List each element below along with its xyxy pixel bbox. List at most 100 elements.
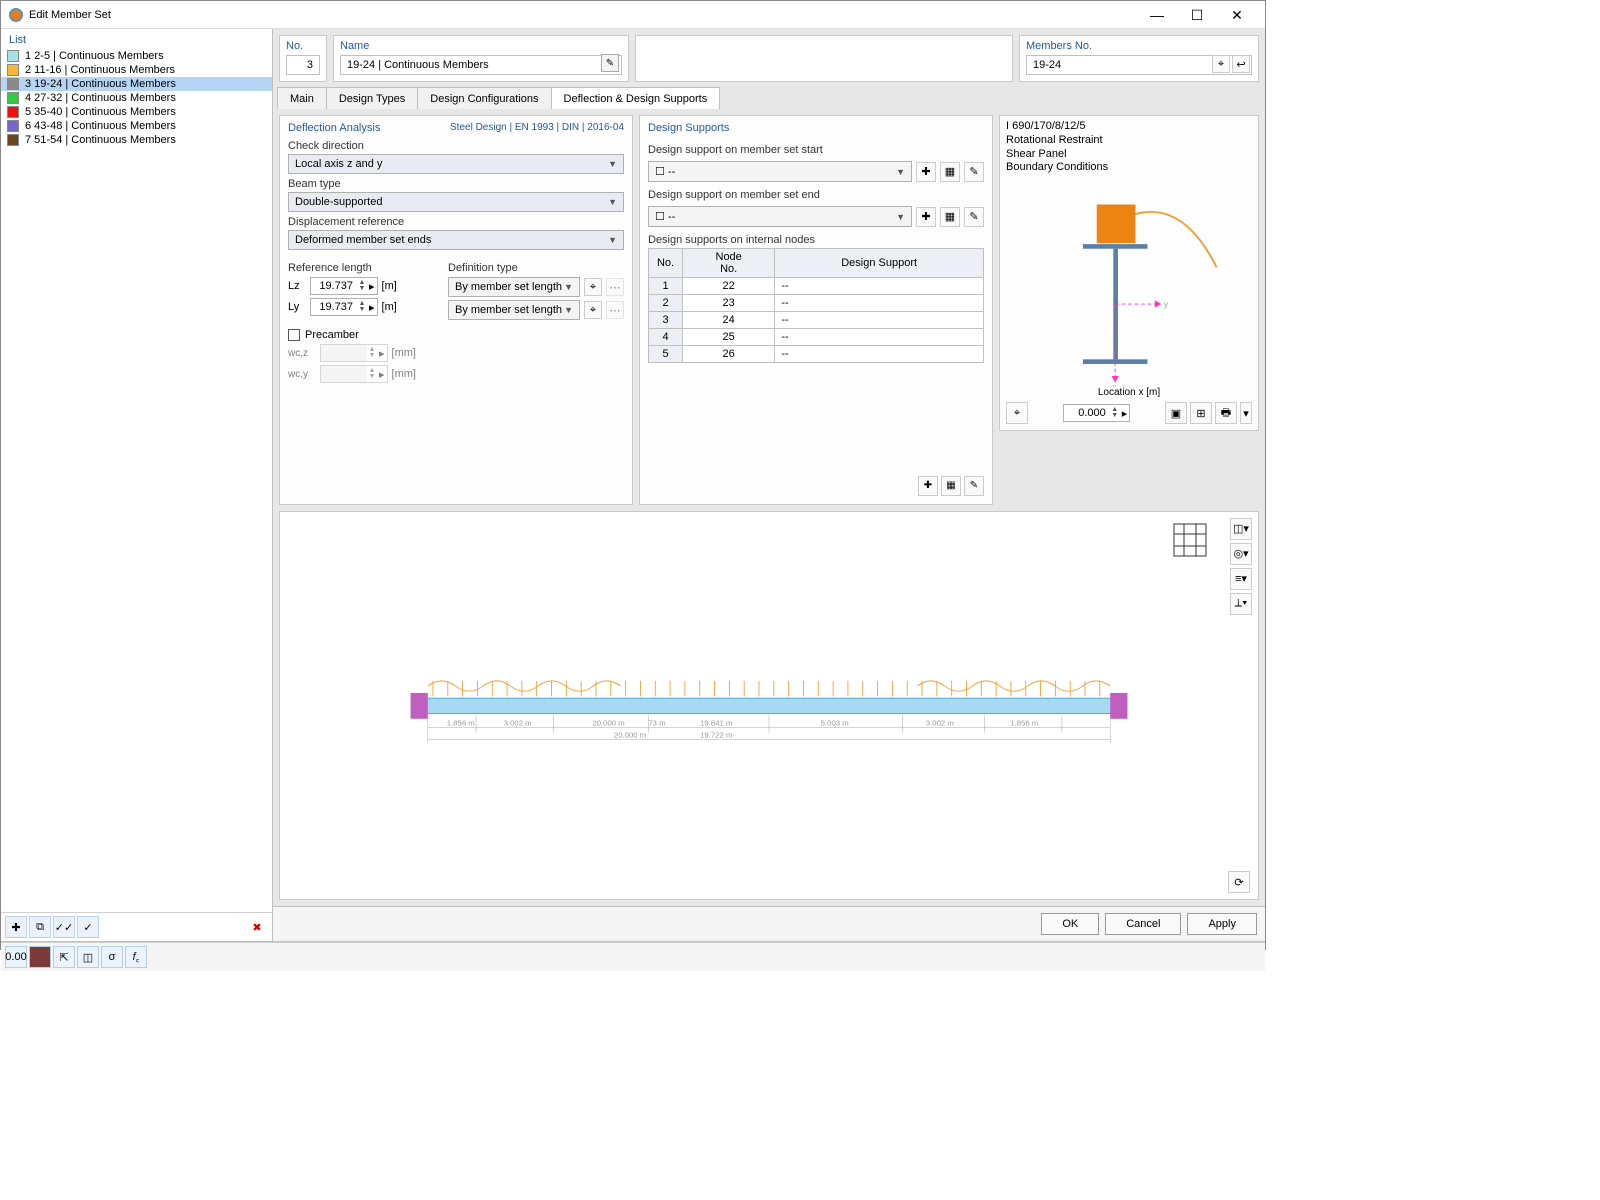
edit-name-icon[interactable]: ✎ [601, 54, 619, 72]
more-y-icon: ⋯ [606, 301, 624, 319]
table-row[interactable]: 425-- [649, 329, 984, 346]
rview-1-icon[interactable]: ◫▾ [1230, 518, 1252, 540]
check-direction-dropdown[interactable]: Local axis z and y▼ [288, 154, 624, 174]
status-axis-icon[interactable]: ⇱ [53, 946, 75, 968]
table-row[interactable]: 223-- [649, 295, 984, 312]
wcz-input: ▲▼▸ [320, 344, 388, 362]
status-sec-icon[interactable]: ◫ [77, 946, 99, 968]
status-val-icon[interactable]: 0.00 [5, 946, 27, 968]
rview-3-icon[interactable]: ≡▾ [1230, 568, 1252, 590]
apply-button[interactable]: Apply [1187, 913, 1257, 935]
support-end-new-icon[interactable]: ✚ [916, 207, 936, 227]
delete-icon[interactable]: ✖ [246, 916, 268, 938]
displacement-ref-dropdown[interactable]: Deformed member set ends▼ [288, 230, 624, 250]
xsec-view1-icon[interactable]: ▣ [1165, 402, 1187, 424]
tab-design-types[interactable]: Design Types [326, 87, 418, 109]
beam-type-dropdown[interactable]: Double-supported▼ [288, 192, 624, 212]
name-input[interactable] [340, 55, 622, 75]
maximize-button[interactable]: ☐ [1177, 1, 1217, 29]
svg-text:3.002 m: 3.002 m [504, 718, 532, 727]
xsec-info: I 690/170/8/12/5Rotational RestraintShea… [1006, 120, 1252, 175]
xsec-more-icon[interactable]: ▾ [1240, 402, 1252, 424]
list-item[interactable]: 2 11-16 | Continuous Members [1, 63, 272, 77]
xsec-view2-icon[interactable]: ⊞ [1190, 402, 1212, 424]
list-item[interactable]: 5 35-40 | Continuous Members [1, 105, 272, 119]
tbl-new-icon[interactable]: ✚ [918, 476, 938, 496]
window-title: Edit Member Set [29, 9, 111, 21]
tab-design-configurations[interactable]: Design Configurations [417, 87, 551, 109]
rview-2-icon[interactable]: ◎▾ [1230, 543, 1252, 565]
tbl-edit-icon[interactable]: ✎ [964, 476, 984, 496]
pick-z-icon[interactable]: ⌖ [584, 278, 602, 296]
tab-main[interactable]: Main [277, 87, 327, 109]
list-item[interactable]: 7 51-54 | Continuous Members [1, 133, 272, 147]
list-item[interactable]: 6 43-48 | Continuous Members [1, 119, 272, 133]
support-start-lib-icon[interactable]: ▦ [940, 162, 960, 182]
tab-strip: MainDesign TypesDesign ConfigurationsDef… [273, 87, 1265, 109]
minimize-button[interactable]: — [1137, 1, 1177, 29]
table-row[interactable]: 324-- [649, 312, 984, 329]
support-end-dropdown[interactable]: ☐ --▼ [648, 206, 912, 227]
pick-members-icon[interactable]: ⌖ [1212, 55, 1230, 73]
no-input[interactable] [286, 55, 320, 75]
reverse-icon[interactable]: ↩ [1232, 55, 1250, 73]
def-type-y-dropdown[interactable]: By member set length▼ [448, 300, 580, 320]
rview-4-icon[interactable]: ⟂▾ [1230, 593, 1252, 615]
ly-input[interactable]: ▲▼▸ [310, 298, 378, 316]
supports-header: Design Supports [648, 122, 729, 134]
svg-text:1.856 m: 1.856 m [1010, 718, 1038, 727]
ok-button[interactable]: OK [1041, 913, 1099, 935]
beam-render: 1.856 m 3.002 m 20.000 m 73 m 19.841 m 5… [280, 512, 1258, 900]
design-code: Steel Design | EN 1993 | DIN | 2016-04 [450, 122, 624, 134]
no-field: No. [279, 35, 327, 82]
pick-y-icon[interactable]: ⌖ [584, 301, 602, 319]
svg-text:20.000 m: 20.000 m [592, 718, 624, 727]
svg-text:1.856 m: 1.856 m [447, 718, 475, 727]
table-row[interactable]: 122-- [649, 278, 984, 295]
status-color-icon[interactable] [29, 946, 51, 968]
titlebar: Edit Member Set — ☐ ✕ [1, 1, 1265, 29]
check-all-icon[interactable]: ✓✓ [53, 916, 75, 938]
render-reset-icon[interactable]: ⟳ [1228, 871, 1250, 893]
def-type-z-dropdown[interactable]: By member set length▼ [448, 277, 580, 297]
table-row[interactable]: 526-- [649, 346, 984, 363]
list-item[interactable]: 1 2-5 | Continuous Members [1, 49, 272, 63]
more-z-icon: ⋯ [606, 278, 624, 296]
compass-icon [1170, 520, 1210, 560]
svg-text:3.002 m: 3.002 m [926, 718, 954, 727]
svg-text:19.841 m: 19.841 m [700, 718, 732, 727]
support-start-edit-icon[interactable]: ✎ [964, 162, 984, 182]
tbl-lib-icon[interactable]: ▦ [941, 476, 961, 496]
cancel-button[interactable]: Cancel [1105, 913, 1181, 935]
list-item[interactable]: 4 27-32 | Continuous Members [1, 91, 272, 105]
close-button[interactable]: ✕ [1217, 1, 1257, 29]
status-sigma-icon[interactable]: σ [101, 946, 123, 968]
support-start-new-icon[interactable]: ✚ [916, 162, 936, 182]
new-icon[interactable]: ✚ [5, 916, 27, 938]
copy-icon[interactable]: ⧉ [29, 916, 51, 938]
member-set-list[interactable]: 1 2-5 | Continuous Members2 11-16 | Cont… [1, 49, 272, 912]
support-start-dropdown[interactable]: ☐ --▼ [648, 161, 912, 182]
support-end-lib-icon[interactable]: ▦ [940, 207, 960, 227]
svg-text:19.722 m: 19.722 m [700, 730, 732, 739]
support-end-edit-icon[interactable]: ✎ [964, 207, 984, 227]
precamber-checkbox[interactable]: Precamber [288, 329, 624, 341]
tab-deflection-design-supports[interactable]: Deflection & Design Supports [551, 87, 721, 109]
members-field: Members No. ⌖ ↩ [1019, 35, 1259, 82]
svg-text:20.000 m: 20.000 m [614, 730, 646, 739]
status-fx-icon[interactable]: f꜀ [125, 946, 147, 968]
list-item[interactable]: 3 19-24 | Continuous Members [1, 77, 272, 91]
app-icon [9, 8, 23, 22]
svg-text:5.003 m: 5.003 m [821, 718, 849, 727]
internal-supports-table[interactable]: No.Node No.Design Support 122--223--324-… [648, 248, 984, 363]
svg-text:y: y [1164, 299, 1169, 309]
xsec-pick-icon[interactable]: ⌖ [1006, 402, 1028, 424]
list-header: List [1, 29, 272, 49]
lz-input[interactable]: ▲▼▸ [310, 277, 378, 295]
xsec-print-icon[interactable]: 🖶 [1215, 402, 1237, 424]
check-icon[interactable]: ✓ [77, 916, 99, 938]
loc-x-input[interactable]: ▲▼▸ [1063, 404, 1131, 422]
cross-section-view: y z [1006, 175, 1252, 387]
render-view[interactable]: ◫▾ ◎▾ ≡▾ ⟂▾ [279, 511, 1259, 901]
svg-text:73 m: 73 m [648, 718, 665, 727]
